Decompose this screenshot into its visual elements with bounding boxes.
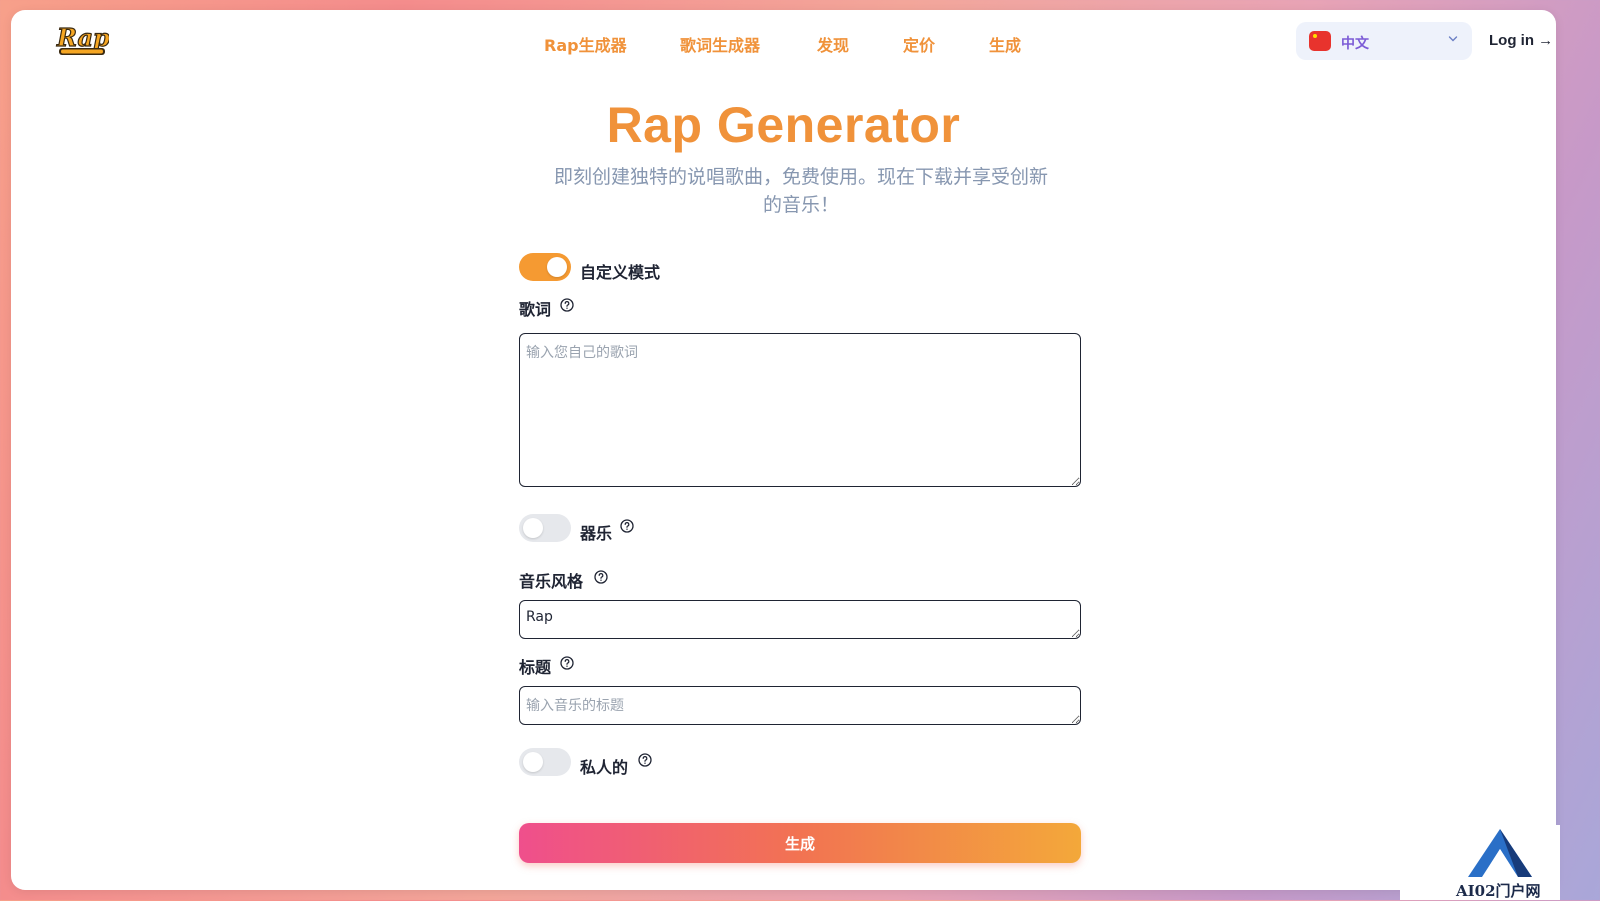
help-icon[interactable]	[620, 519, 634, 533]
toggle-knob	[547, 257, 567, 277]
toggle-knob	[523, 752, 543, 772]
toggle-knob	[523, 518, 543, 538]
lyrics-label: 歌词	[519, 300, 552, 319]
instrumental-label: 器乐	[580, 524, 613, 543]
page-subtitle: 即刻创建独特的说唱歌曲，免费使用。现在下载并享受创新的音乐！	[553, 166, 1048, 216]
watermark-logo-icon	[1468, 829, 1532, 877]
help-icon[interactable]	[560, 656, 574, 670]
nav-pricing[interactable]: 定价	[903, 32, 935, 56]
help-icon[interactable]	[560, 298, 574, 312]
music-style-label: 音乐风格	[519, 572, 584, 591]
watermark: AI02门户网	[1400, 825, 1560, 900]
nav-discover[interactable]: 发现	[817, 32, 849, 56]
watermark-text: AI02门户网	[1456, 882, 1541, 900]
custom-mode-toggle[interactable]	[519, 253, 571, 281]
help-icon[interactable]	[594, 570, 608, 584]
nav-rap-generator[interactable]: Rap生成器	[544, 32, 627, 56]
private-toggle[interactable]	[519, 748, 571, 776]
language-label: 中文	[1341, 36, 1369, 52]
custom-mode-label: 自定义模式	[580, 263, 661, 282]
nav-generate[interactable]: 生成	[989, 32, 1021, 56]
instrumental-toggle[interactable]	[519, 514, 571, 542]
nav-lyrics-generator[interactable]: 歌词生成器	[680, 32, 760, 56]
app-window: Rap Rap生成器 歌词生成器 发现 定价 生成 中文 Log in → Ra…	[11, 10, 1556, 890]
lyrics-textarea[interactable]	[519, 333, 1081, 487]
title-label: 标题	[519, 658, 552, 677]
music-style-input[interactable]: Rap	[519, 600, 1081, 639]
chevron-down-icon	[1448, 36, 1458, 42]
help-icon[interactable]	[638, 753, 652, 767]
title-input[interactable]	[519, 686, 1081, 725]
china-flag-icon	[1309, 31, 1331, 51]
page-title: Rap Generator	[606, 97, 961, 153]
private-label: 私人的	[580, 758, 629, 777]
login-link[interactable]: Log in →	[1489, 32, 1553, 49]
language-select[interactable]: 中文	[1296, 22, 1472, 60]
generate-button[interactable]: 生成	[519, 823, 1081, 863]
